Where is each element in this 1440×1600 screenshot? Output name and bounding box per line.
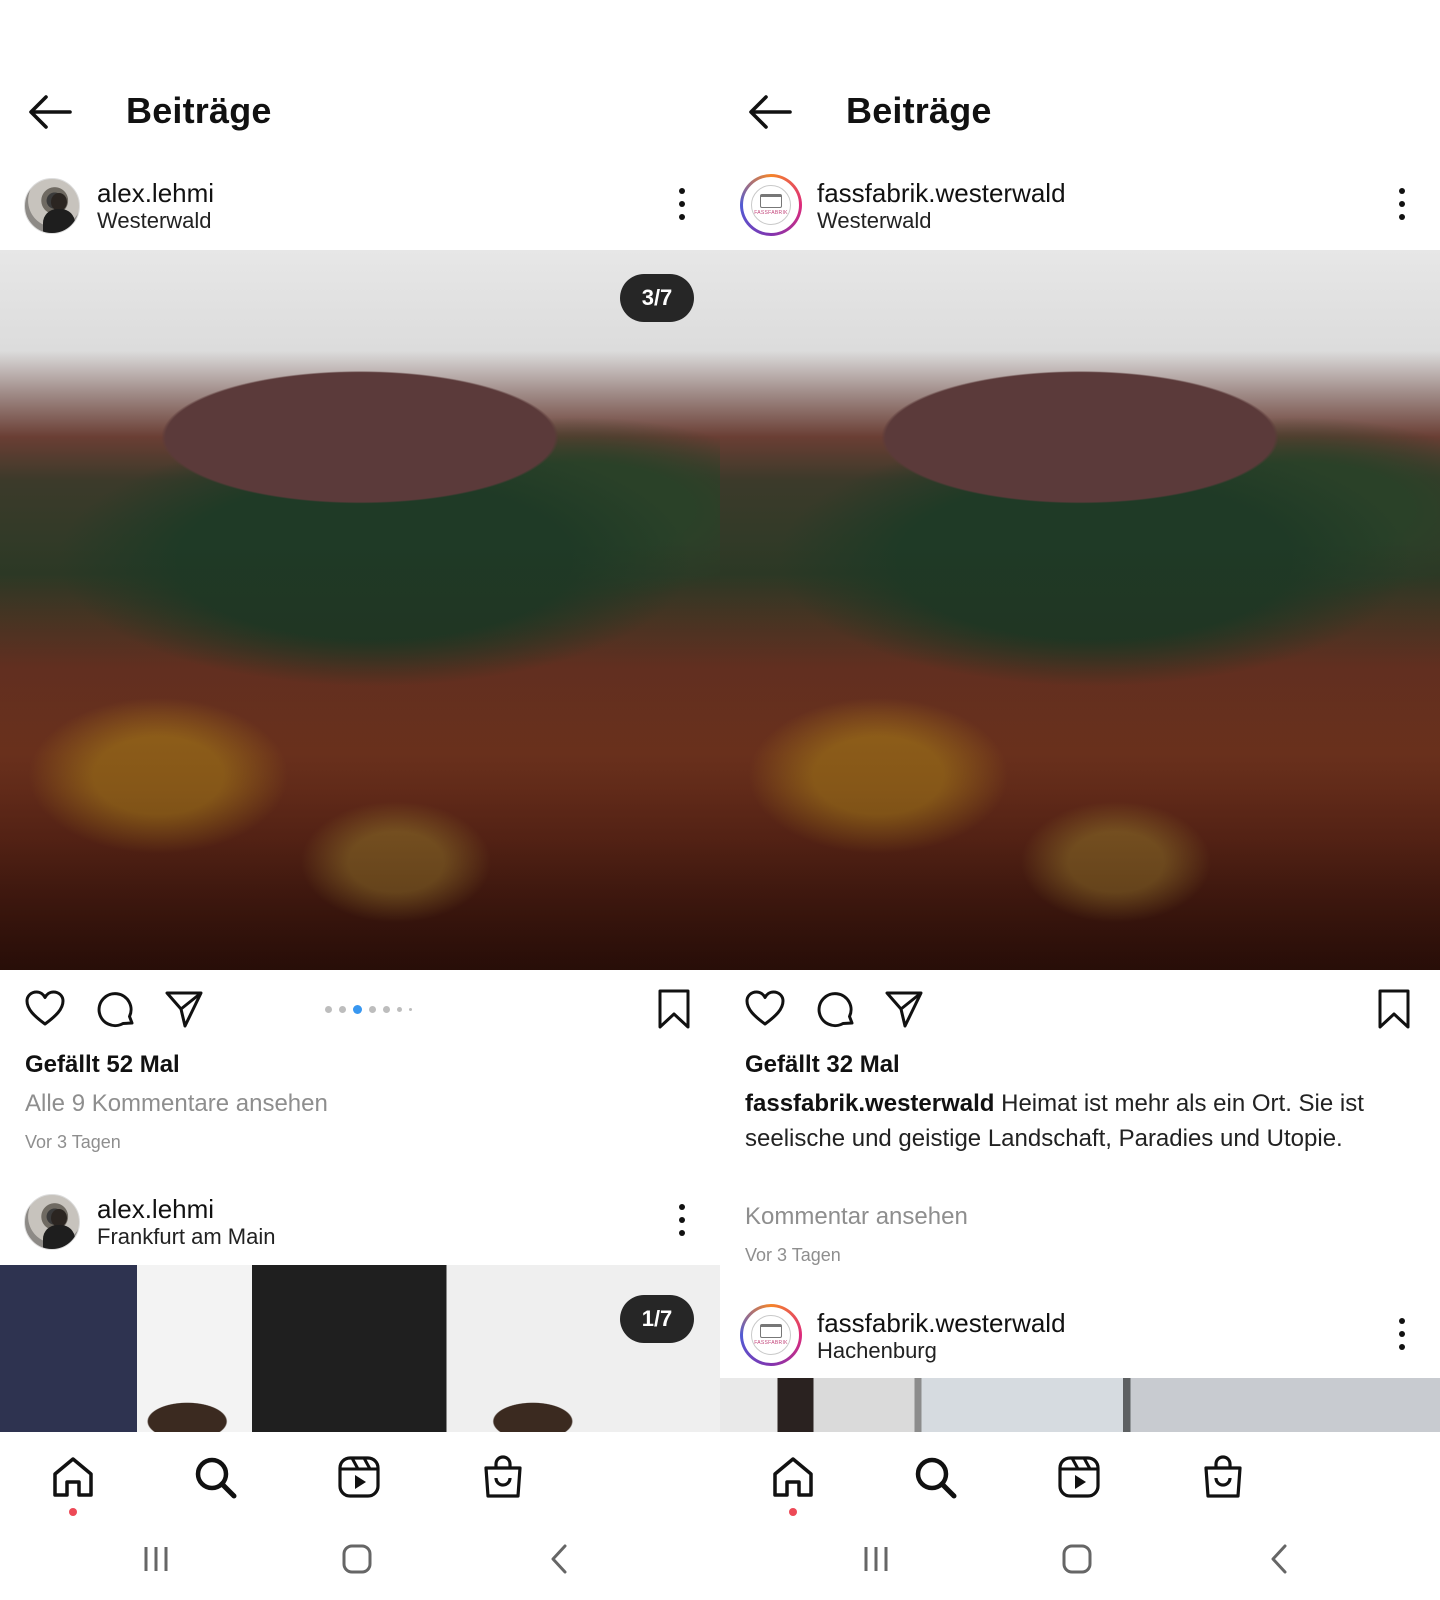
post-photo[interactable] — [720, 1378, 1440, 1438]
search-icon[interactable] — [912, 1454, 958, 1500]
share-icon[interactable] — [163, 988, 205, 1030]
post-timestamp: Vor 3 Tagen — [25, 1132, 121, 1152]
more-options-icon[interactable] — [676, 186, 688, 222]
carousel-dot — [369, 1006, 376, 1013]
carousel-dot — [409, 1008, 412, 1011]
view-comments-link[interactable]: Kommentar ansehen — [745, 1203, 968, 1231]
bottom-navigation — [720, 1432, 1440, 1600]
post-header: alex.lehmi Westerwald — [0, 172, 720, 244]
post-caption: fassfabrik.westerwald Heimat ist mehr al… — [745, 1086, 1405, 1156]
carousel-dots — [325, 1005, 412, 1014]
post-actions — [0, 970, 720, 1040]
more-options-icon[interactable] — [676, 1202, 688, 1238]
page-title: Beiträge — [126, 90, 272, 131]
carousel-dot — [397, 1007, 402, 1012]
carousel-dot-active — [353, 1005, 362, 1014]
arrow-left-icon[interactable] — [746, 90, 794, 134]
search-icon[interactable] — [192, 1454, 238, 1500]
post-username[interactable]: alex.lehmi — [97, 1194, 214, 1225]
shop-icon[interactable] — [480, 1454, 526, 1500]
fassfabrik-logo: FASSFABRIK — [751, 1315, 791, 1355]
home-icon[interactable] — [770, 1454, 816, 1500]
back-nav-icon[interactable] — [1263, 1542, 1297, 1576]
share-icon[interactable] — [883, 988, 925, 1030]
photo-counter-badge: 1/7 — [620, 1295, 694, 1343]
home-icon[interactable] — [50, 1454, 96, 1500]
post-photo[interactable]: 1/7 — [0, 1265, 720, 1435]
recent-apps-icon[interactable] — [859, 1542, 893, 1576]
likes-count[interactable]: Gefällt 32 Mal — [745, 1051, 900, 1079]
likes-count[interactable]: Gefällt 52 Mal — [25, 1051, 180, 1079]
fassfabrik-logo: FASSFABRIK — [751, 185, 791, 225]
post-photo[interactable] — [720, 250, 1440, 970]
post-actions — [720, 970, 1440, 1040]
post-location[interactable]: Hachenburg — [817, 1338, 937, 1364]
comment-icon[interactable] — [95, 988, 137, 1030]
photo-counter-badge: 3/7 — [620, 274, 694, 322]
notification-dot — [69, 1508, 77, 1516]
post-location[interactable]: Frankfurt am Main — [97, 1224, 276, 1250]
post-location[interactable]: Westerwald — [97, 208, 212, 234]
post-header: alex.lehmi Frankfurt am Main — [0, 1188, 720, 1260]
post-photo[interactable]: 3/7 — [0, 250, 720, 970]
heart-icon[interactable] — [24, 988, 66, 1030]
left-screen: Beiträge alex.lehmi Westerwald 3/7 Gefäl… — [0, 0, 720, 1600]
shop-icon[interactable] — [1200, 1454, 1246, 1500]
post-username[interactable]: fassfabrik.westerwald — [817, 178, 1066, 209]
back-nav-icon[interactable] — [543, 1542, 577, 1576]
carousel-dot — [339, 1006, 346, 1013]
avatar[interactable]: FASSFABRIK — [740, 174, 802, 236]
avatar[interactable] — [24, 1194, 80, 1250]
arrow-left-icon[interactable] — [26, 90, 74, 134]
avatar[interactable] — [24, 178, 80, 234]
bookmark-icon[interactable] — [656, 988, 692, 1030]
more-options-icon[interactable] — [1396, 1316, 1408, 1352]
post-timestamp: Vor 3 Tagen — [745, 1245, 841, 1265]
bottom-navigation — [0, 1432, 720, 1600]
reels-icon[interactable] — [336, 1454, 382, 1500]
recent-apps-icon[interactable] — [139, 1542, 173, 1576]
post-location[interactable]: Westerwald — [817, 208, 932, 234]
top-bar: Beiträge — [0, 80, 720, 144]
bookmark-icon[interactable] — [1376, 988, 1412, 1030]
home-button-icon[interactable] — [1060, 1542, 1094, 1576]
carousel-dot — [383, 1006, 390, 1013]
home-button-icon[interactable] — [340, 1542, 374, 1576]
carousel-dot — [325, 1006, 332, 1013]
top-bar: Beiträge — [720, 80, 1440, 144]
post-username[interactable]: alex.lehmi — [97, 178, 214, 209]
comment-icon[interactable] — [815, 988, 857, 1030]
right-screen: Beiträge FASSFABRIK fassfabrik.westerwal… — [720, 0, 1440, 1600]
more-options-icon[interactable] — [1396, 186, 1408, 222]
reels-icon[interactable] — [1056, 1454, 1102, 1500]
heart-icon[interactable] — [744, 988, 786, 1030]
post-header: FASSFABRIK fassfabrik.westerwald Hachenb… — [720, 1302, 1440, 1374]
notification-dot — [789, 1508, 797, 1516]
caption-username[interactable]: fassfabrik.westerwald — [745, 1090, 994, 1117]
avatar[interactable]: FASSFABRIK — [740, 1304, 802, 1366]
post-username[interactable]: fassfabrik.westerwald — [817, 1308, 1066, 1339]
page-title: Beiträge — [846, 90, 992, 131]
view-comments-link[interactable]: Alle 9 Kommentare ansehen — [25, 1090, 328, 1118]
post-header: FASSFABRIK fassfabrik.westerwald Westerw… — [720, 172, 1440, 244]
